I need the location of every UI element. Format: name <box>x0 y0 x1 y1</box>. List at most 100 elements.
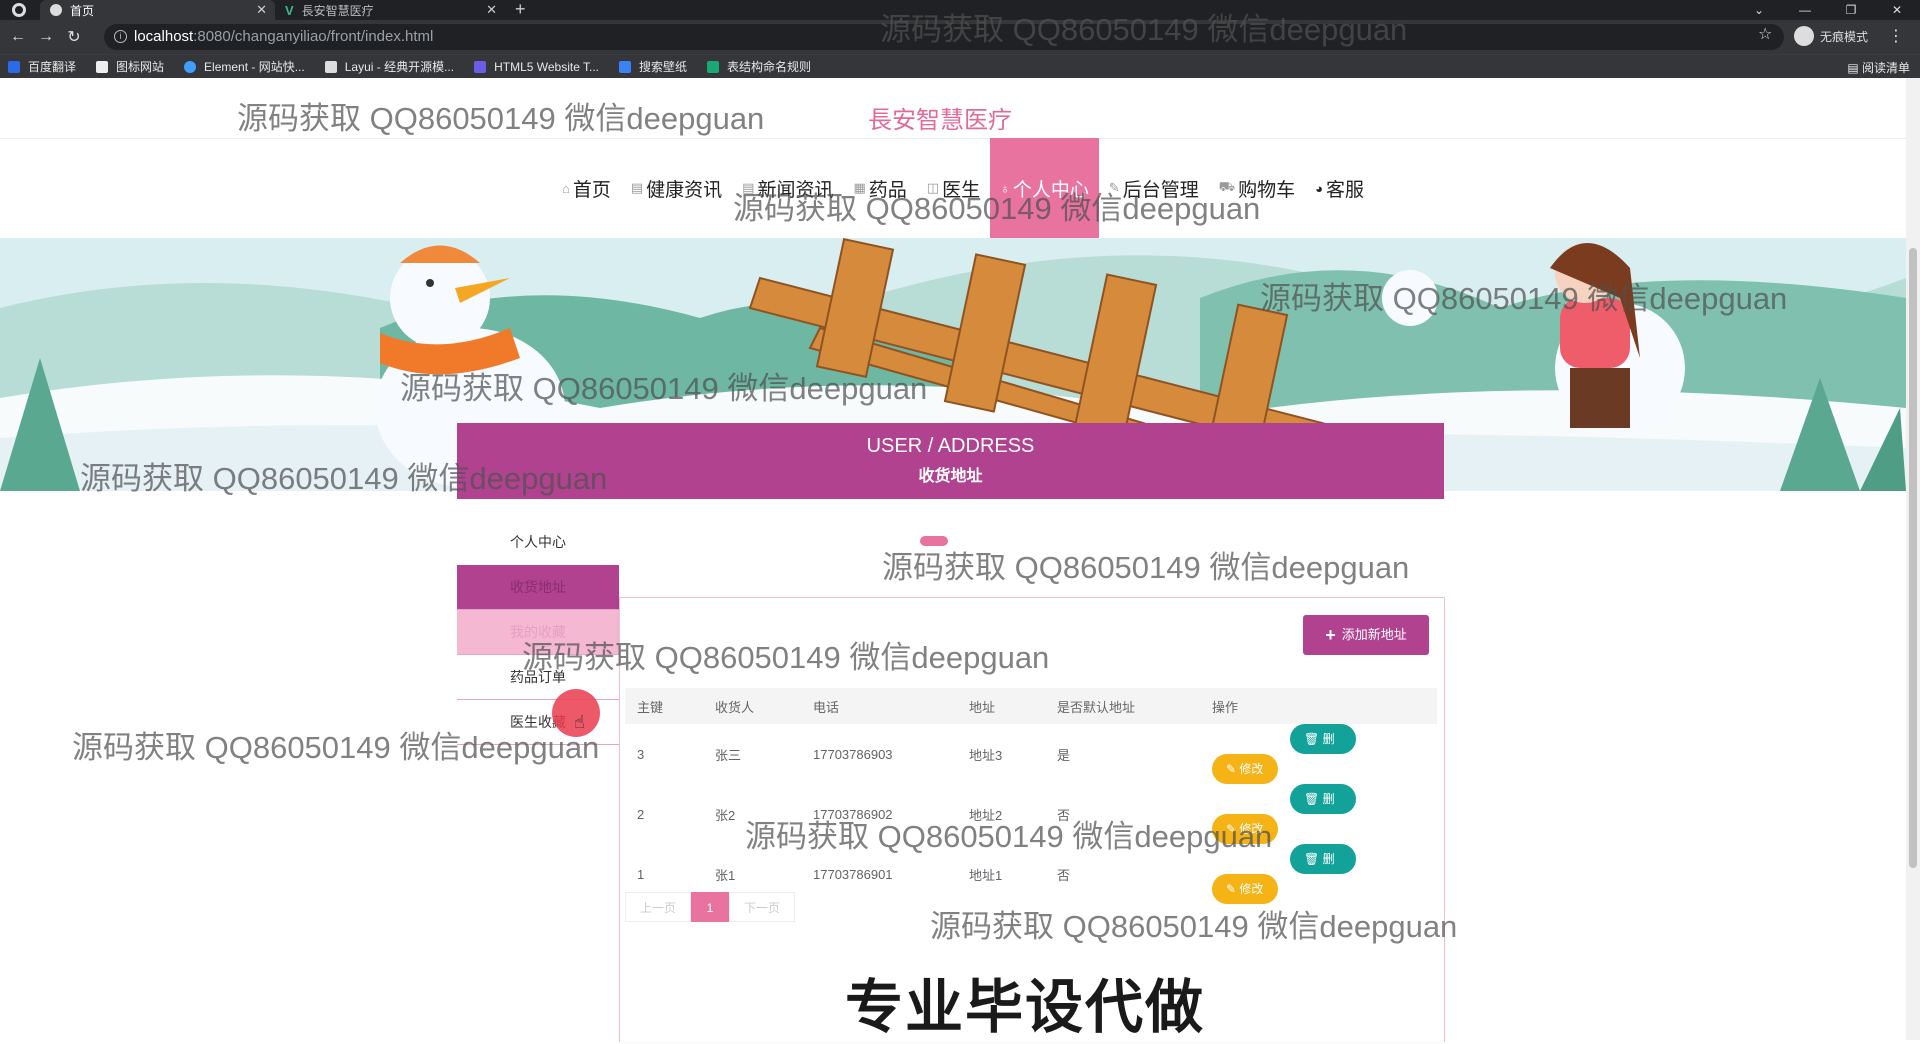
banner-pagination <box>918 536 982 546</box>
star-icon[interactable]: ☆ <box>1758 24 1772 44</box>
sheet-icon <box>707 60 720 73</box>
url-host: localhost <box>134 28 194 45</box>
minimize-icon[interactable]: — <box>1782 0 1828 20</box>
url-path: :8080/changanyiliao/front/index.html <box>193 28 434 45</box>
browser-tab-home[interactable]: 首页 ✕ <box>40 0 275 20</box>
grid-icon: ▦ <box>853 180 866 195</box>
wallpaper-icon <box>619 60 632 73</box>
bookmark-item[interactable]: Layui - 经典开源模... <box>324 58 454 75</box>
address-table: 主键 收货人 电话 地址 是否默认地址 操作 3 张三 17703786903 … <box>625 688 1437 904</box>
back-icon[interactable]: ← <box>4 28 32 46</box>
chat-icon: ◕ <box>1315 180 1324 196</box>
close-icon[interactable]: ✕ <box>256 2 267 18</box>
current-page-button[interactable]: 1 <box>691 892 729 922</box>
banner-dot[interactable] <box>952 536 980 546</box>
menu-icon[interactable]: ⋮ <box>1888 26 1904 46</box>
home-icon: ⌂ <box>561 180 570 196</box>
sidebar-item-orders[interactable]: 药品订单 <box>457 655 619 700</box>
info-icon[interactable]: i <box>114 30 127 43</box>
column-header: 地址 <box>957 688 1045 724</box>
bookmark-item[interactable]: 百度翻译 <box>8 58 76 75</box>
banner-dot[interactable] <box>920 536 948 546</box>
column-header: 主键 <box>625 688 703 724</box>
url-input[interactable]: i localhost:8080/changanyiliao/front/ind… <box>104 24 1784 50</box>
html5-icon <box>474 60 487 73</box>
nav-item-service[interactable]: ◕ 客服 <box>1305 138 1374 238</box>
user-icon: ♁ <box>1000 180 1010 196</box>
cart-icon: ⛟ <box>1218 179 1236 194</box>
prev-page-button[interactable]: 上一页 <box>625 892 691 922</box>
table-row: 3 张三 17703786903 地址3 是 ✎ 修改🗑 删除 <box>625 724 1437 784</box>
section-header: USER / ADDRESS 收货地址 <box>457 423 1444 499</box>
table-row: 2 张2 17703786902 地址2 否 ✎ 修改🗑 删除 <box>625 784 1437 844</box>
reload-icon[interactable]: ↻ <box>60 27 88 47</box>
column-header: 是否默认地址 <box>1045 688 1200 724</box>
close-icon[interactable]: ✕ <box>486 2 497 18</box>
sidebar-item-address[interactable]: 收货地址 <box>457 565 619 610</box>
cursor-icon: ☝ <box>574 712 585 732</box>
address-bar: ← → ↻ i localhost:8080/changanyiliao/fro… <box>0 20 1920 54</box>
flag-icon <box>96 60 109 73</box>
link-icon: ✎ <box>1108 180 1120 195</box>
promo-text: 专业毕设代做 <box>845 975 1206 1040</box>
nav-item-user-center[interactable]: ♁ 个人中心 <box>990 138 1099 238</box>
page-scrollbar[interactable] <box>1906 78 1920 1040</box>
nav-item-medicine[interactable]: ▦ 药品 <box>843 138 916 238</box>
element-icon <box>184 60 197 73</box>
nav-item-admin[interactable]: ✎ 后台管理 <box>1099 138 1209 238</box>
new-tab-button[interactable]: + <box>515 0 526 20</box>
bookmark-item[interactable]: Element - 网站快... <box>184 58 305 75</box>
document-icon: ▤ <box>630 180 644 195</box>
window-controls: ⌄ — ❐ ✕ <box>1736 0 1920 20</box>
bookmark-item[interactable]: 图标网站 <box>96 58 164 75</box>
bookmark-item[interactable]: 表结构命名规则 <box>707 58 811 75</box>
column-header: 收货人 <box>703 688 801 724</box>
column-header: 电话 <box>801 688 957 724</box>
nav-item-health-news[interactable]: ▤ 健康资讯 <box>621 138 732 238</box>
section-title-cn: 收货地址 <box>918 468 983 485</box>
vue-icon: V <box>285 2 294 18</box>
nav-item-doctor[interactable]: ◫ 医生 <box>917 138 990 238</box>
bookmark-item[interactable]: 搜索壁纸 <box>619 58 687 75</box>
translate-icon <box>8 60 20 73</box>
reading-list-button[interactable]: ▤ 阅读清单 <box>1847 59 1910 76</box>
close-window-icon[interactable]: ✕ <box>1874 0 1920 20</box>
nav-item-news[interactable]: ▤ 新闻资讯 <box>732 138 843 238</box>
next-page-button[interactable]: 下一页 <box>729 892 795 922</box>
column-header: 操作 <box>1200 688 1437 724</box>
incognito-indicator[interactable]: 无痕模式 <box>1794 26 1868 46</box>
delete-button[interactable]: 🗑 删除 <box>1290 724 1356 776</box>
tab-title: 長安智慧医疗 <box>301 3 374 18</box>
news-icon: ▤ <box>742 180 755 195</box>
edit-button[interactable]: ✎ 修改 <box>1212 874 1278 904</box>
doctor-icon: ◫ <box>926 180 940 195</box>
tab-search-icon[interactable]: ⌄ <box>1736 0 1782 20</box>
nav-item-cart[interactable]: ⛟ 购物车 <box>1209 138 1305 238</box>
browser-tab-bar: 首页 ✕ V 長安智慧医疗 ✕ + ⌄ — ❐ ✕ <box>0 0 1920 20</box>
bookmarks-bar: 百度翻译 图标网站 Element - 网站快... Layui - 经典开源模… <box>0 54 1920 78</box>
browser-tab-site[interactable]: V 長安智慧医疗 ✕ <box>275 0 505 20</box>
forward-icon[interactable]: → <box>32 28 60 46</box>
plus-icon: + <box>1325 625 1336 645</box>
layui-icon <box>324 60 337 73</box>
bookmark-item[interactable]: HTML5 Website T... <box>474 60 599 74</box>
nav-item-home[interactable]: ⌂ 首页 <box>552 138 621 238</box>
main-nav: ⌂ 首页 ▤ 健康资讯 ▤ 新闻资讯 ▦ 药品 ◫ 医生 ♁ 个人中心 ✎ 后台管理 ⛟ 购物车… <box>0 138 1906 238</box>
globe-icon <box>50 4 62 16</box>
incognito-label: 无痕模式 <box>1820 29 1869 44</box>
section-title-en: USER / ADDRESS <box>866 435 1035 457</box>
chrome-icon <box>12 3 26 17</box>
pagination: 上一页 1 下一页 <box>625 892 795 922</box>
sidebar-item-favorites[interactable]: 我的收藏 <box>457 610 619 655</box>
tab-title: 首页 <box>70 3 95 18</box>
sidebar-header: 个人中心 <box>510 534 566 550</box>
add-address-button[interactable]: + 添加新地址 <box>1303 615 1429 655</box>
edit-button[interactable]: ✎ 修改 <box>1212 754 1278 784</box>
restore-icon[interactable]: ❐ <box>1828 0 1874 20</box>
incognito-icon <box>1794 26 1814 46</box>
delete-button[interactable]: 🗑 删除 <box>1290 844 1356 896</box>
site-title: 長安智慧医疗 <box>868 107 1012 134</box>
edit-button[interactable]: ✎ 修改 <box>1212 814 1278 844</box>
delete-button[interactable]: 🗑 删除 <box>1290 784 1356 836</box>
scrollbar-thumb[interactable] <box>1909 248 1917 868</box>
